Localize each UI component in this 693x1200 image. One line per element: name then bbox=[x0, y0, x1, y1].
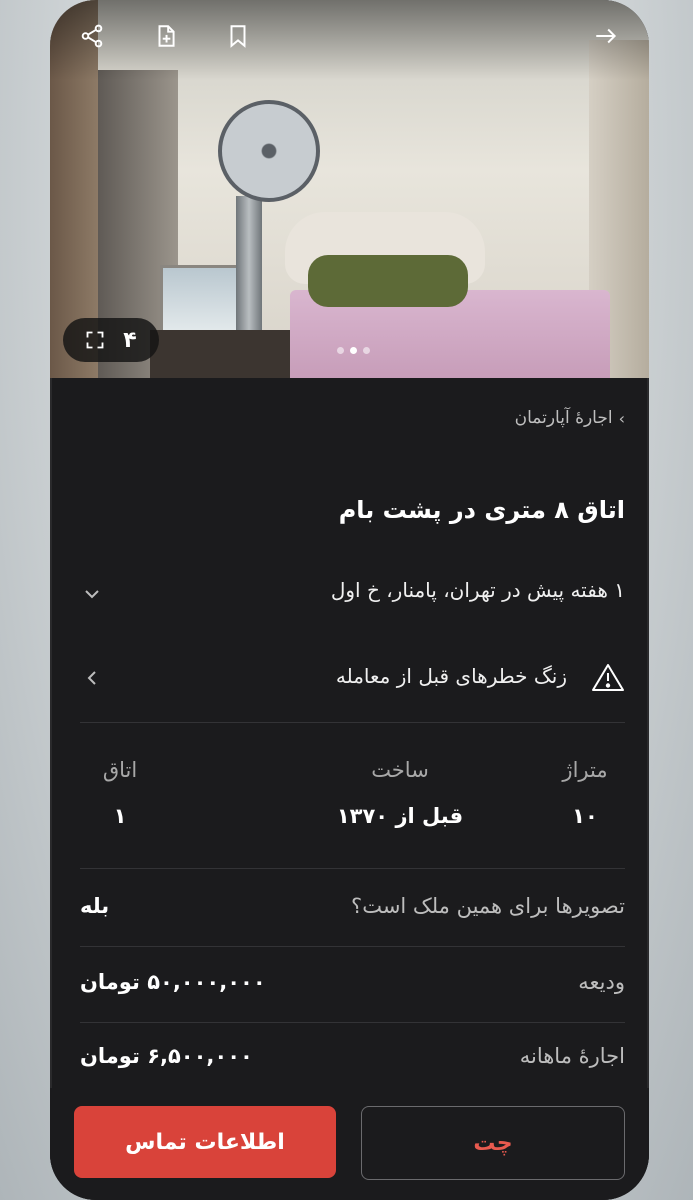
divider bbox=[80, 868, 625, 869]
breadcrumb-chevron-icon: › bbox=[618, 408, 625, 428]
chat-button[interactable]: چت bbox=[361, 1106, 625, 1180]
stat-value: ۱۰ bbox=[572, 804, 598, 828]
app-screen: ۴ › اجارهٔ آپارتمان اتاق ۸ متری در پشت ب… bbox=[50, 0, 649, 1200]
chevron-down-icon bbox=[85, 590, 99, 599]
warning-row[interactable]: زنگ خطرهای قبل از معامله bbox=[80, 660, 625, 698]
stats-grid: متراژ ۱۰ ساخت قبل از ۱۳۷۰ اتاق ۱ bbox=[80, 758, 625, 848]
detail-key: تصویرها برای همین ملک است؟ bbox=[351, 894, 625, 918]
gallery-dot-active bbox=[350, 347, 357, 354]
breadcrumb-label: اجارهٔ آپارتمان bbox=[514, 408, 613, 428]
warning-icon bbox=[592, 664, 624, 691]
warning-text: زنگ خطرهای قبل از معامله bbox=[335, 664, 567, 688]
fullscreen-icon bbox=[86, 331, 104, 349]
detail-value: بله bbox=[80, 894, 110, 918]
detail-key: ودیعه bbox=[578, 970, 625, 994]
action-bar: چت اطلاعات تماس bbox=[50, 1088, 649, 1200]
contact-info-button[interactable]: اطلاعات تماس bbox=[74, 1106, 336, 1178]
stat-label: اتاق bbox=[102, 758, 138, 782]
gallery-dot bbox=[363, 347, 370, 354]
listing-photo[interactable]: ۴ bbox=[50, 0, 649, 378]
detail-key: اجارهٔ ماهانه bbox=[519, 1044, 625, 1068]
stat-label: ساخت bbox=[371, 758, 429, 782]
detail-row: تصویرها برای همین ملک است؟ بله bbox=[80, 890, 625, 930]
listing-title: اتاق ۸ متری در پشت بام bbox=[338, 496, 625, 524]
photo-count: ۴ bbox=[123, 327, 137, 353]
stat-label: متراژ bbox=[562, 758, 608, 782]
detail-value: ۶,۵۰۰,۰۰۰ تومان bbox=[80, 1044, 253, 1068]
listing-subtitle: ۱ هفته پیش در تهران، پامنار، خ اول bbox=[330, 578, 625, 602]
gallery-dots bbox=[337, 347, 370, 354]
chevron-left-icon bbox=[87, 671, 96, 685]
gallery-dot bbox=[337, 347, 344, 354]
top-toolbar bbox=[50, 20, 649, 52]
stat-built: ساخت قبل از ۱۳۷۰ bbox=[320, 758, 480, 828]
stat-value: قبل از ۱۳۷۰ bbox=[336, 804, 464, 828]
divider bbox=[80, 1022, 625, 1023]
photo-counter[interactable]: ۴ bbox=[63, 318, 159, 362]
location-row[interactable]: ۱ هفته پیش در تهران، پامنار، خ اول bbox=[80, 578, 625, 610]
stat-value: ۱ bbox=[113, 804, 127, 828]
divider bbox=[80, 946, 625, 947]
breadcrumb[interactable]: › اجارهٔ آپارتمان bbox=[515, 408, 625, 428]
stat-area: متراژ ۱۰ bbox=[505, 758, 649, 828]
detail-row: ودیعه ۵۰,۰۰۰,۰۰۰ تومان bbox=[80, 966, 625, 1006]
back-arrow-icon[interactable] bbox=[590, 20, 622, 52]
detail-row: اجارهٔ ماهانه ۶,۵۰۰,۰۰۰ تومان bbox=[80, 1040, 625, 1080]
share-icon[interactable] bbox=[76, 20, 108, 52]
detail-value: ۵۰,۰۰۰,۰۰۰ تومان bbox=[80, 970, 266, 994]
divider bbox=[80, 722, 625, 723]
add-note-icon[interactable] bbox=[150, 20, 182, 52]
stat-rooms: اتاق ۱ bbox=[50, 758, 200, 828]
bookmark-icon[interactable] bbox=[222, 20, 254, 52]
